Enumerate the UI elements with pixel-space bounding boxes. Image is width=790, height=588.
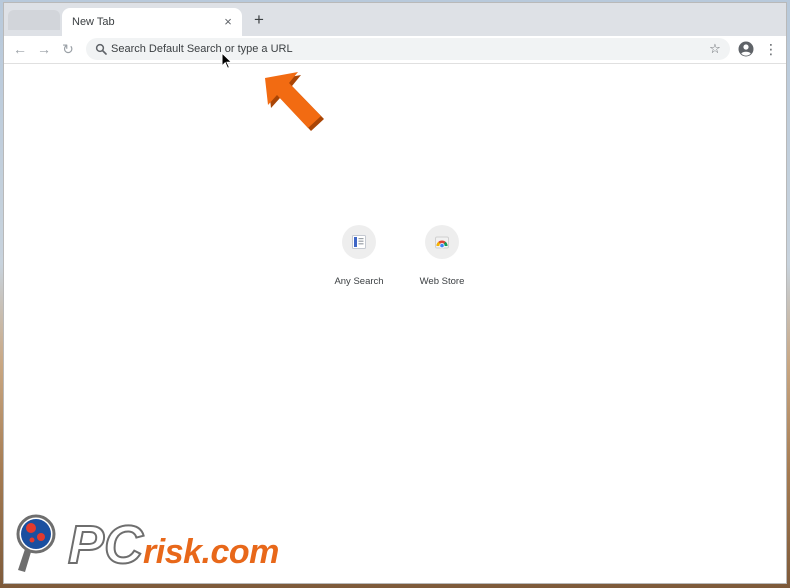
reload-button[interactable]: ↻ xyxy=(59,40,77,58)
watermark-rest: risk.com xyxy=(143,533,279,571)
shortcut-label: Web Store xyxy=(419,276,465,287)
shortcut-any-search[interactable]: Any Search xyxy=(317,225,401,287)
back-button[interactable]: ← xyxy=(11,40,29,58)
menu-icon[interactable]: ⋮ xyxy=(764,40,778,58)
tab-title: New Tab xyxy=(72,16,115,28)
watermark-pc: PC xyxy=(67,515,144,575)
forward-button[interactable]: → xyxy=(35,40,53,58)
close-icon[interactable]: × xyxy=(220,14,236,30)
inactive-tab[interactable] xyxy=(8,10,60,30)
pcrisk-watermark: PCrisk.com xyxy=(12,512,342,582)
arrow-icon xyxy=(265,72,324,131)
search-icon xyxy=(95,43,107,55)
shortcut-icon xyxy=(342,225,376,259)
bookmark-star-icon[interactable]: ☆ xyxy=(706,40,724,58)
tab-new-tab[interactable]: New Tab × xyxy=(62,8,242,36)
mouse-cursor-icon xyxy=(221,52,233,69)
document-icon xyxy=(352,235,366,249)
omnibox[interactable]: Search Default Search or type a URL ☆ xyxy=(86,38,730,60)
shortcut-web-store[interactable]: Web Store xyxy=(400,225,484,287)
shortcut-label: Any Search xyxy=(334,276,384,287)
profile-avatar-icon[interactable] xyxy=(738,41,754,57)
tab-strip: New Tab × + xyxy=(4,3,786,36)
shortcut-icon xyxy=(425,225,459,259)
magnifier-logo-icon xyxy=(16,514,56,572)
web-store-icon xyxy=(435,236,449,249)
watermark-text: PCrisk.com xyxy=(67,515,279,575)
browser-window: New Tab × + ← → ↻ Search Default Search … xyxy=(3,2,787,584)
new-tab-button[interactable]: + xyxy=(250,11,268,29)
omnibox-placeholder: Search Default Search or type a URL xyxy=(111,43,293,55)
toolbar: ← → ↻ Search Default Search or type a UR… xyxy=(4,36,786,64)
